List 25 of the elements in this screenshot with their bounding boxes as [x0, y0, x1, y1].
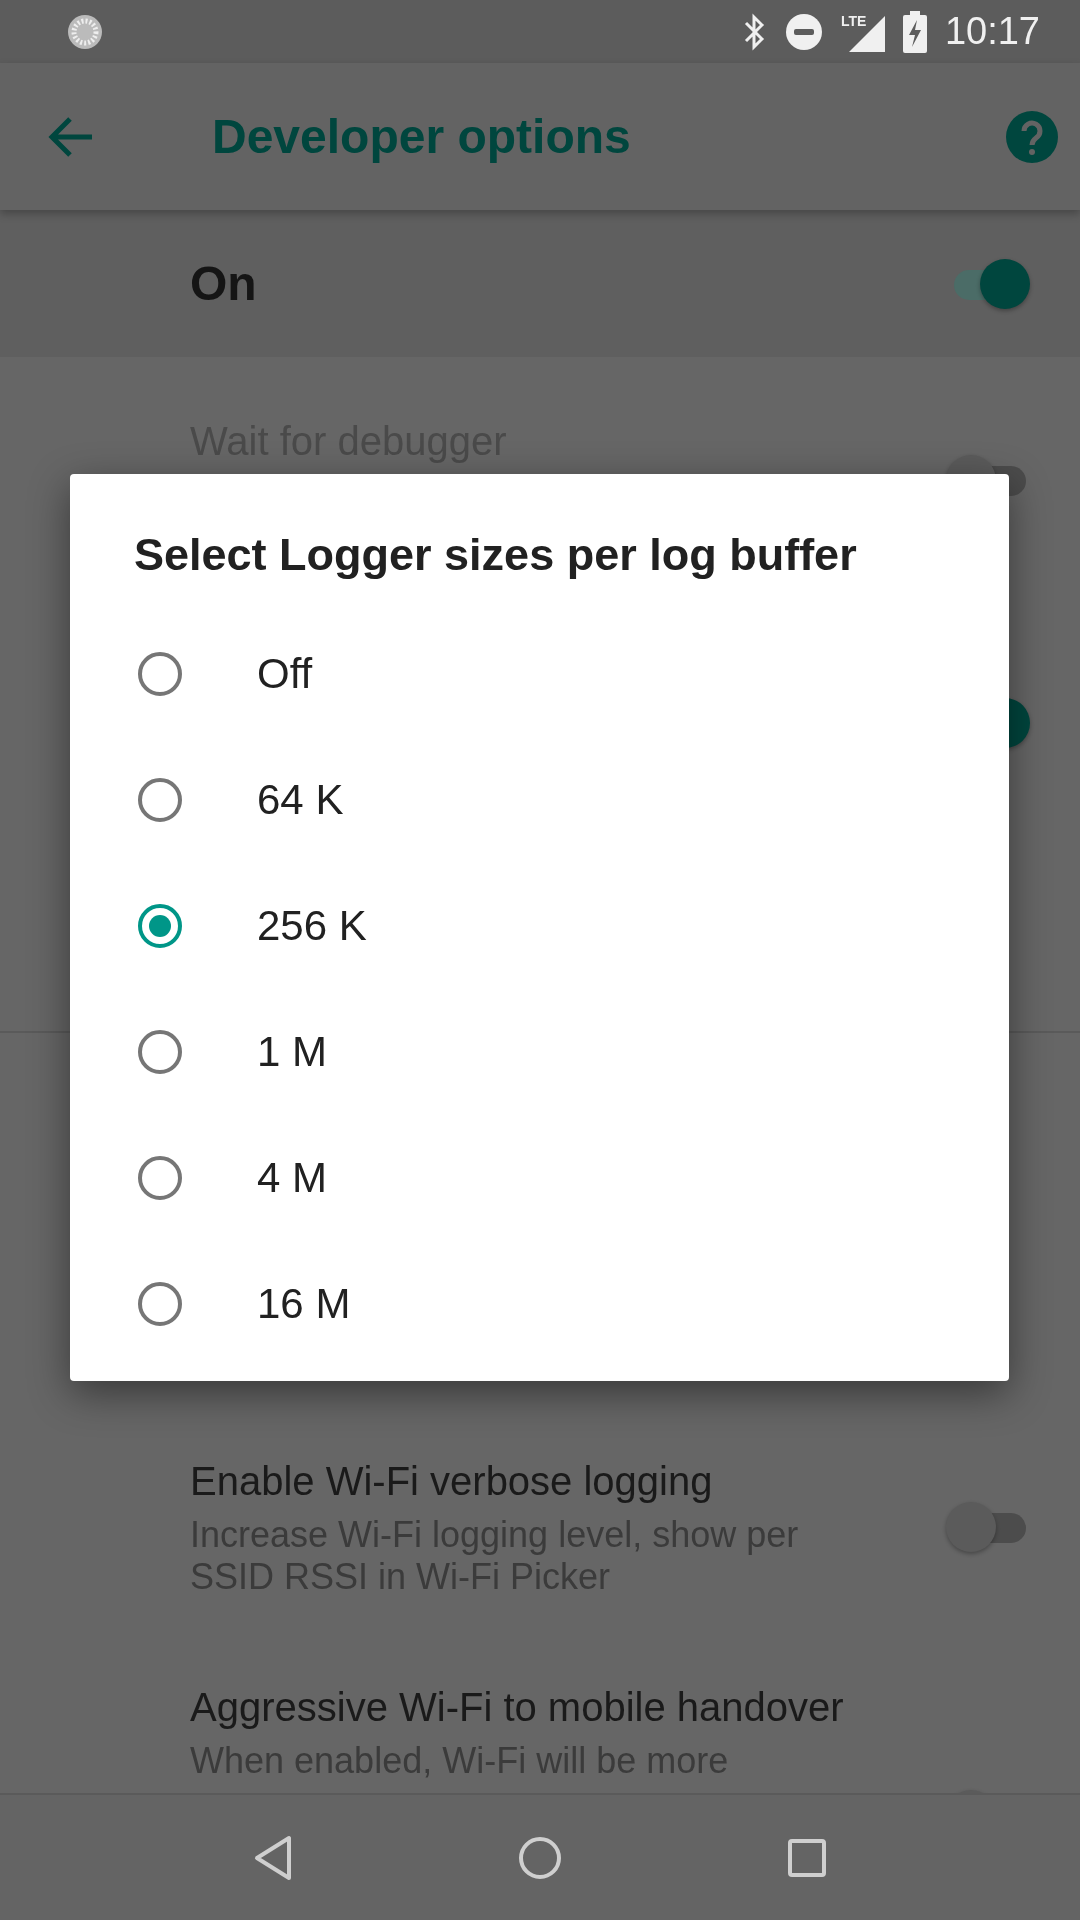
option-label[interactable]: 4 M [257, 1154, 327, 1202]
radio-button[interactable] [138, 1282, 182, 1326]
back-icon[interactable] [252, 1834, 293, 1881]
option-label[interactable]: 64 K [257, 776, 344, 824]
loading-icon [66, 12, 104, 51]
bluetooth-icon [742, 12, 767, 51]
clock-time: 10:17 [944, 10, 1040, 53]
battery-charging-icon [902, 10, 927, 53]
option-label[interactable]: Off [257, 650, 313, 698]
dialog-title: Select Logger sizes per log buffer [133, 528, 858, 582]
option-label[interactable]: 1 M [257, 1028, 327, 1076]
screen-title: Developer options [212, 109, 632, 164]
option-label[interactable]: 16 M [257, 1280, 351, 1328]
master-switch-label: On [190, 256, 258, 311]
radio-button[interactable] [138, 652, 182, 696]
radio-button[interactable] [138, 1030, 182, 1074]
recents-icon[interactable] [787, 1837, 828, 1878]
radio-button[interactable] [138, 778, 182, 822]
radio-button[interactable] [138, 904, 182, 948]
setting-title: Enable Wi-Fi verbose logging [190, 1458, 714, 1505]
option-label[interactable]: 256 K [257, 902, 367, 950]
home-icon[interactable] [518, 1835, 562, 1880]
radio-button[interactable] [138, 1156, 182, 1200]
do-not-disturb-icon [784, 12, 823, 51]
setting-title: Aggressive Wi-Fi to mobile handover [190, 1684, 845, 1731]
